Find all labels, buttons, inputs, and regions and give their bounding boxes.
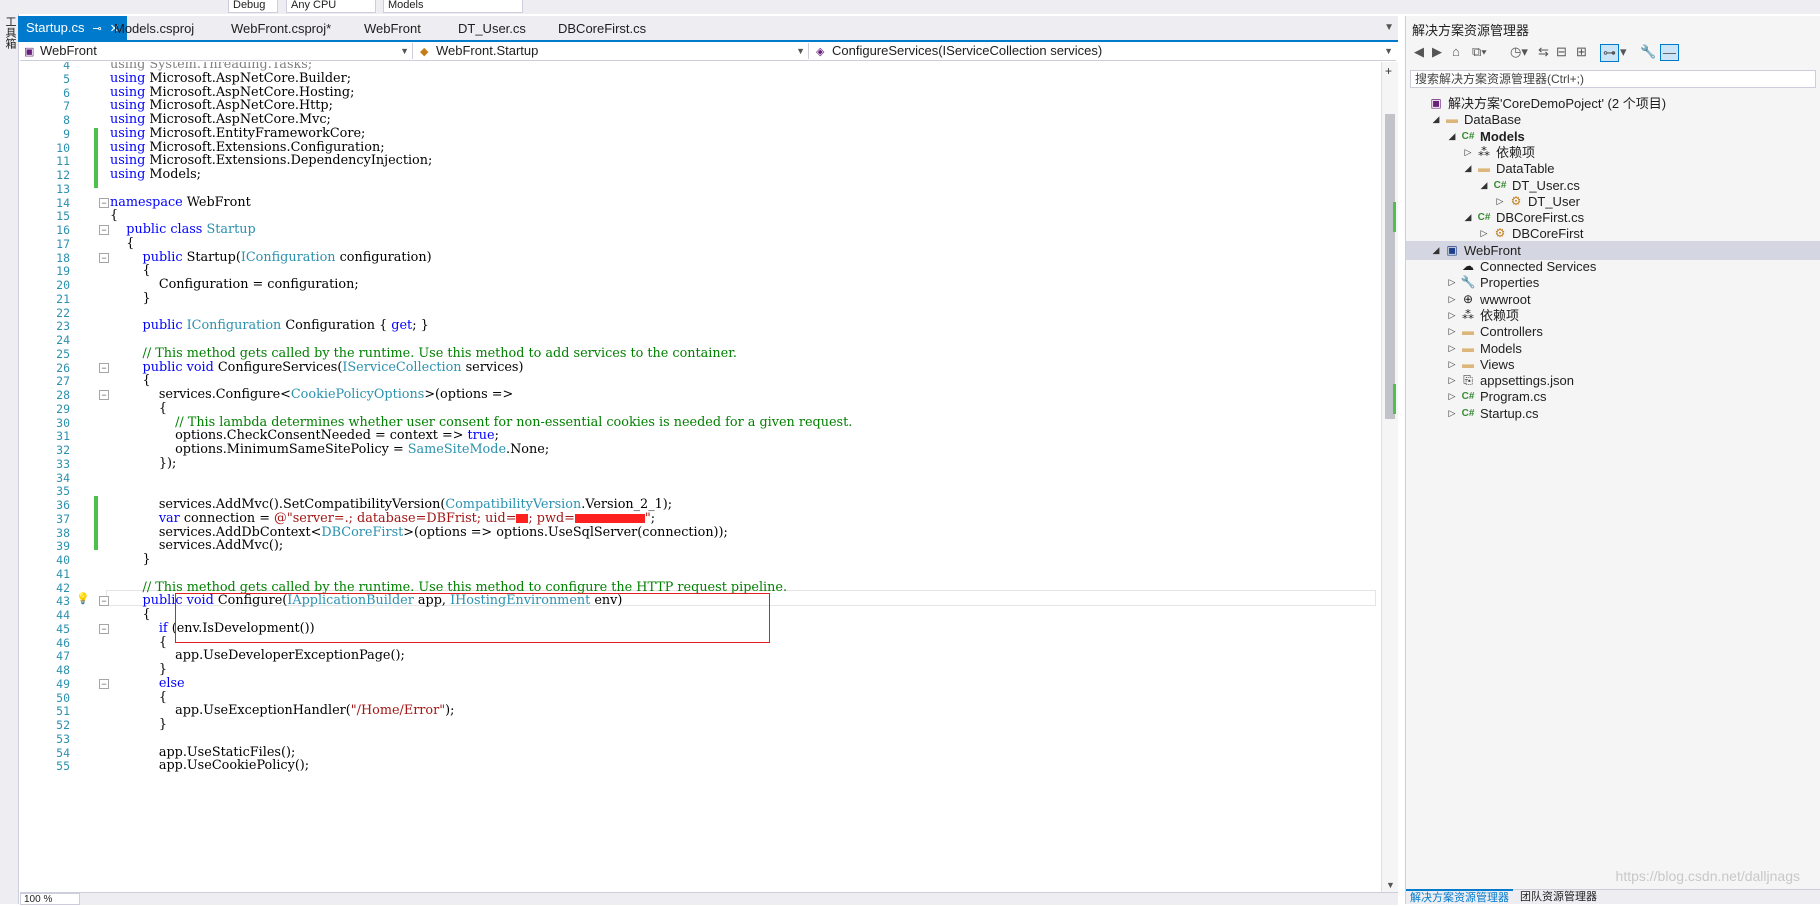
method-icon: ◈: [816, 46, 825, 58]
solution-search-input[interactable]: 搜索解决方案资源管理器(Ctrl+;): [1410, 70, 1816, 88]
tab-overflow-icon[interactable]: ▼: [1384, 22, 1394, 33]
navigation-bar: ▣ WebFront ▼ ◆ WebFront.Startup ▼ ◈ Configure…: [20, 42, 1396, 61]
home-icon[interactable]: ⌂: [1452, 44, 1460, 59]
collapse-icon[interactable]: −: [99, 197, 109, 208]
tree-item-label: Startup.cs: [1480, 405, 1539, 421]
toolbox-strip[interactable]: 工具箱: [0, 0, 19, 904]
code-editor[interactable]: 4 using System.Threading.Tasks; 5 using Mic…: [20, 62, 1380, 892]
properties-icon[interactable]: 🔧: [1640, 44, 1656, 60]
project-nav-dropdown[interactable]: ▣ WebFront ▼: [20, 43, 413, 59]
project-nav-label: WebFront: [40, 43, 97, 58]
csharp-file-icon: C#: [1461, 407, 1475, 419]
type-nav-dropdown[interactable]: ◆ WebFront.Startup ▼: [416, 43, 809, 59]
solution-explorer-panel: 解决方案资源管理器 ◀ ▶ ⌂ ⧉▾ ◷▾ ⇆ ⊟ ⊞ ⊶ ▾ 🔧 — 搜索解决…: [1405, 16, 1820, 904]
editor-status-bar: 100 %: [20, 892, 1398, 905]
back-icon[interactable]: ◀: [1414, 44, 1424, 60]
collapse-icon[interactable]: −: [99, 596, 109, 607]
tab-label: DBCoreFirst.cs: [558, 21, 647, 36]
change-marker: [1393, 384, 1396, 414]
tab-webfront[interactable]: WebFront: [356, 18, 429, 39]
collapse-icon[interactable]: −: [99, 252, 109, 263]
panel-title: 解决方案资源管理器: [1412, 23, 1530, 38]
tab-models-csproj[interactable]: Models.csproj: [106, 18, 202, 39]
watermark: https://blog.csdn.net/dalljnags: [1615, 868, 1800, 884]
annotation-red-box: [175, 593, 770, 643]
tab-label: DT_User.cs: [458, 21, 526, 36]
solution-explorer-toolbar: ◀ ▶ ⌂ ⧉▾ ◷▾ ⇆ ⊟ ⊞ ⊶ ▾ 🔧 —: [1410, 42, 1816, 64]
tab-dbcorefirst-cs[interactable]: DBCoreFirst.cs: [550, 18, 654, 39]
toolbox-label[interactable]: 工具箱: [2, 16, 18, 49]
switch-views-icon[interactable]: ⧉▾: [1472, 44, 1487, 60]
pending-changes-icon[interactable]: ◷▾: [1510, 44, 1528, 60]
tab-label: WebFront: [364, 21, 421, 36]
code-text: app.UseCookiePolicy();: [110, 758, 310, 774]
collapse-icon[interactable]: −: [99, 678, 109, 689]
lightbulb-icon[interactable]: 💡: [76, 592, 90, 605]
panel-bottom-tabs: 解决方案资源管理器 团队资源管理器: [1406, 889, 1820, 904]
minimize-icon[interactable]: —: [1660, 44, 1679, 61]
forward-icon[interactable]: ▶: [1432, 44, 1442, 60]
preview-icon[interactable]: ⊶: [1600, 44, 1619, 62]
class-icon: ◆: [420, 46, 429, 58]
code-line[interactable]: 55 app.UseCookiePolicy();: [20, 758, 1380, 774]
tab-dt-user-cs[interactable]: DT_User.cs: [450, 18, 534, 39]
config-dropdown[interactable]: Debug: [228, 0, 278, 13]
tab-label: WebFront.csproj*: [231, 21, 332, 36]
split-icon[interactable]: +: [1385, 64, 1392, 78]
dropdown-icon[interactable]: ▾: [1620, 44, 1627, 60]
show-all-files-icon[interactable]: ⊞: [1576, 44, 1587, 60]
sync-icon[interactable]: ⇆: [1538, 44, 1549, 60]
collapse-icon[interactable]: −: [99, 225, 109, 235]
editor-vertical-scrollbar[interactable]: + ▼: [1381, 62, 1398, 892]
type-nav-label: WebFront.Startup: [436, 43, 539, 58]
member-nav-label: ConfigureServices(IServiceCollection ser…: [832, 43, 1103, 58]
tab-label: Startup.cs: [26, 20, 85, 35]
collapsed-arrow-icon[interactable]: ▷: [1446, 404, 1458, 423]
tab-team-explorer[interactable]: 团队资源管理器: [1516, 890, 1601, 904]
document-tabs: ▼ Startup.cs ⊸ ✕ Models.csproj WebFront.cspr…: [18, 16, 1398, 42]
tab-webfront-csproj[interactable]: WebFront.csproj*: [223, 18, 339, 39]
tree-item[interactable]: ▷ C# Startup.cs: [1406, 404, 1820, 423]
scrollbar-thumb[interactable]: [1385, 114, 1395, 419]
scroll-down-icon[interactable]: ▼: [1386, 880, 1395, 890]
change-marker: [1393, 202, 1396, 232]
line-number: 55: [56, 759, 70, 774]
zoom-dropdown[interactable]: 100 %: [20, 893, 80, 905]
collapse-icon[interactable]: −: [99, 623, 109, 634]
chevron-down-icon: ▼: [1384, 46, 1393, 56]
pin-icon[interactable]: ⊸: [93, 23, 102, 35]
tab-solution-explorer[interactable]: 解决方案资源管理器: [1406, 889, 1513, 905]
collapse-icon[interactable]: −: [99, 362, 109, 373]
collapse-icon[interactable]: −: [99, 390, 109, 400]
main-toolbar: Debug Any CPU Models: [18, 0, 1820, 14]
tab-label: Models.csproj: [114, 21, 195, 36]
startup-project-dropdown[interactable]: Models: [383, 0, 523, 13]
project-icon: ▣: [24, 46, 35, 58]
chevron-down-icon: ▼: [796, 46, 805, 56]
chevron-down-icon: ▼: [400, 46, 409, 56]
collapse-all-icon[interactable]: ⊟: [1556, 44, 1567, 60]
platform-dropdown[interactable]: Any CPU: [286, 0, 376, 13]
member-nav-dropdown[interactable]: ◈ ConfigureServices(IServiceCollection se…: [812, 43, 1396, 59]
